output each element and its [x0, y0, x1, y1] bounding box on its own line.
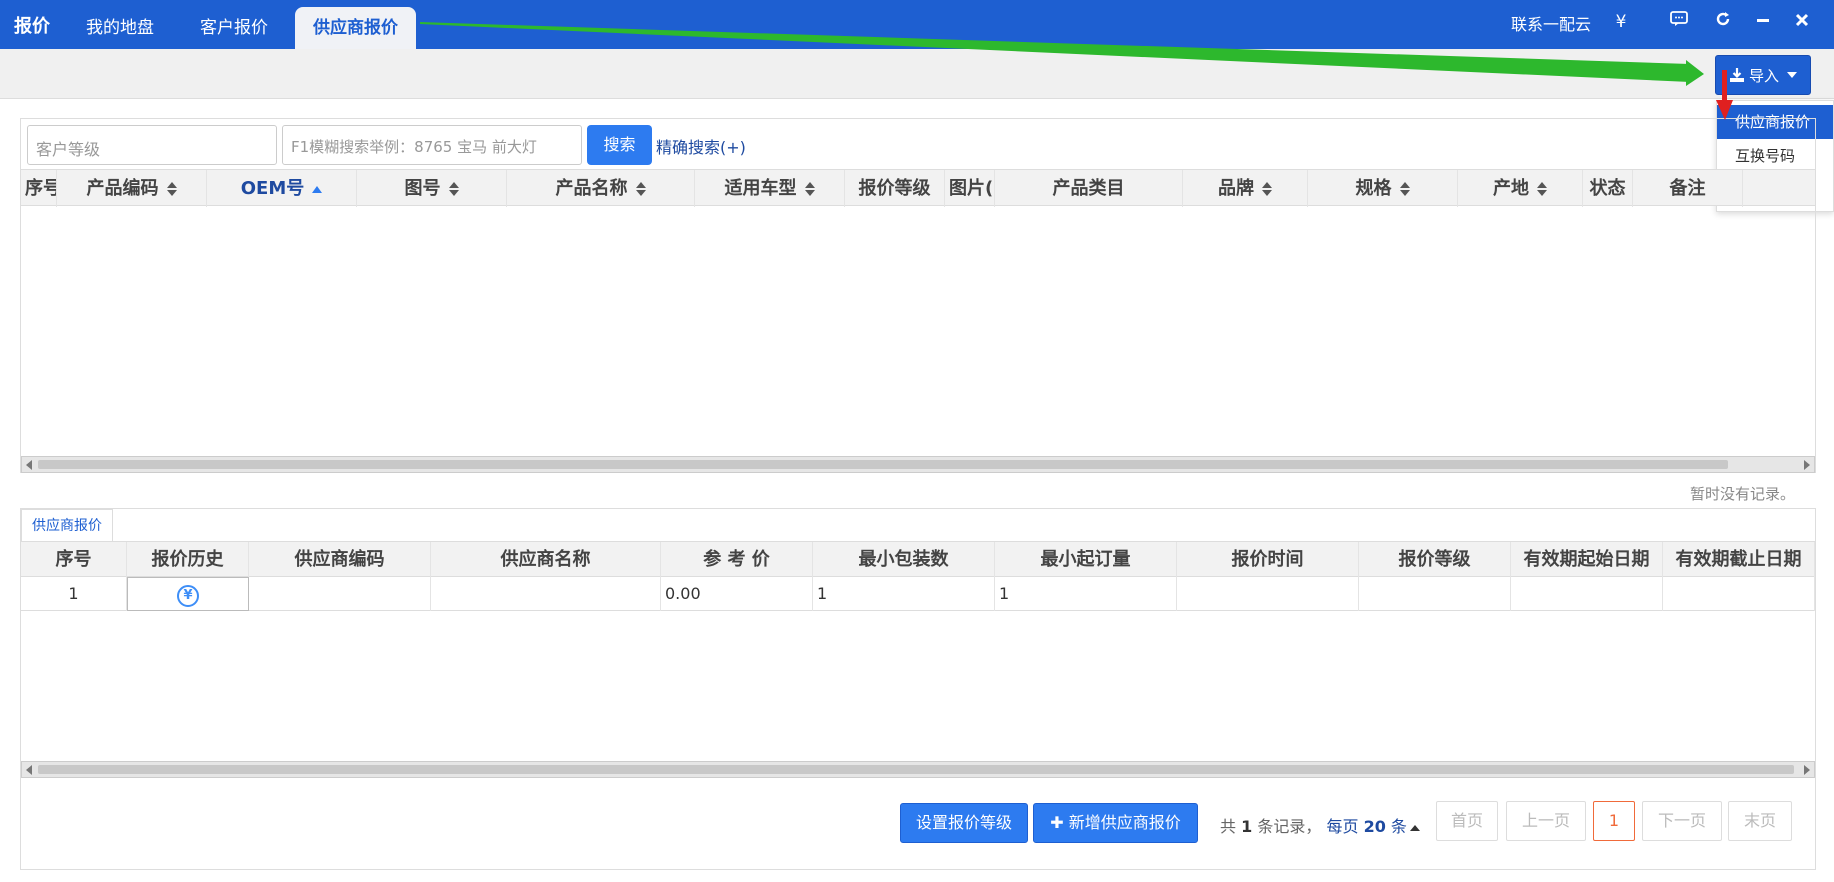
caret-up-icon	[1409, 824, 1420, 831]
sort-icon	[1537, 182, 1547, 196]
col-header-image[interactable]: 图片(	[945, 170, 995, 207]
col-header-vehicle-model[interactable]: 适用车型	[695, 170, 845, 207]
title-bar: 报价 我的地盘 客户报价 供应商报价 联系一配云 ¥	[0, 0, 1834, 49]
quote-history-icon[interactable]: ¥	[177, 584, 199, 607]
cell-valid-from	[1511, 577, 1663, 611]
col-header-quote-history[interactable]: 报价历史	[127, 542, 249, 578]
sort-icon	[635, 182, 646, 196]
advanced-search-link[interactable]: 精确搜索(+)	[656, 134, 746, 158]
product-table-scrollbar[interactable]	[21, 456, 1815, 473]
col-header-spec[interactable]: 规格	[1308, 170, 1458, 207]
col-header-quote-level[interactable]: 报价等级	[1359, 542, 1511, 578]
sort-icon	[1262, 182, 1272, 196]
sort-asc-icon	[312, 185, 323, 193]
cell-valid-to	[1663, 577, 1815, 611]
contact-link[interactable]: 联系一配云	[1511, 11, 1591, 35]
col-header-valid-to[interactable]: 有效期截止日期	[1663, 542, 1815, 578]
table-row[interactable]: 1 ¥ 0.00 1 1	[21, 577, 1815, 611]
refresh-icon[interactable]	[1710, 9, 1736, 35]
next-page-button[interactable]: 下一页	[1642, 801, 1722, 841]
search-button[interactable]: 搜索	[587, 125, 652, 165]
supplier-table-header: 序号 报价历史 供应商编码 供应商名称 参 考 价 最小包装数 最小起订量 报价…	[21, 541, 1815, 578]
col-header-min-order[interactable]: 最小起订量	[995, 542, 1177, 578]
app-title: 报价	[14, 16, 50, 37]
product-table-header: 序号 产品编码 OEM号 图号 产品名称 适用车型 报价等级 图片( 产品类目 …	[21, 169, 1815, 207]
col-header-remark[interactable]: 备注	[1633, 170, 1743, 207]
tab-supplier-quote-detail[interactable]: 供应商报价	[21, 509, 113, 542]
col-header-ref-price[interactable]: 参 考 价	[661, 542, 813, 578]
scroll-right-icon[interactable]	[1804, 765, 1810, 775]
cell-index: 1	[21, 577, 127, 611]
add-supplier-quote-button[interactable]: ✚ 新增供应商报价	[1033, 803, 1198, 843]
col-header-index[interactable]: 序号	[21, 542, 127, 578]
scroll-thumb[interactable]	[38, 765, 1794, 774]
col-header-supplier-code[interactable]: 供应商编码	[249, 542, 431, 578]
col-header-min-pack[interactable]: 最小包装数	[813, 542, 995, 578]
download-icon	[1729, 68, 1744, 82]
col-header-index[interactable]: 序号	[21, 170, 57, 207]
scroll-left-icon[interactable]	[26, 460, 32, 470]
customer-level-input[interactable]: 客户等级	[27, 125, 277, 165]
col-header-valid-from[interactable]: 有效期起始日期	[1511, 542, 1663, 578]
plus-icon: ✚	[1050, 813, 1064, 832]
col-header-quote-level[interactable]: 报价等级	[845, 170, 945, 207]
cell-min-pack: 1	[813, 577, 995, 611]
sort-icon	[1399, 182, 1410, 196]
sort-icon	[804, 182, 815, 196]
current-page-button[interactable]: 1	[1593, 801, 1635, 841]
scroll-thumb[interactable]	[38, 460, 1728, 469]
cell-min-order: 1	[995, 577, 1177, 611]
sort-icon	[166, 182, 177, 196]
col-header-drawing-no[interactable]: 图号	[357, 170, 507, 207]
col-header-supplier-name[interactable]: 供应商名称	[431, 542, 661, 578]
set-quote-level-button[interactable]: 设置报价等级	[900, 803, 1028, 843]
empty-message: 暂时没有记录。	[1690, 485, 1796, 503]
import-button[interactable]: 导入	[1715, 55, 1811, 95]
col-header-product-code[interactable]: 产品编码	[57, 170, 207, 207]
col-header-category[interactable]: 产品类目	[995, 170, 1183, 207]
col-header-brand[interactable]: 品牌	[1183, 170, 1308, 207]
toolbar	[0, 49, 1834, 99]
yen-icon[interactable]: ¥	[1608, 9, 1634, 35]
tab-my-territory[interactable]: 我的地盘	[86, 13, 154, 38]
tab-supplier-quote[interactable]: 供应商报价	[295, 7, 416, 49]
cell-quote-level	[1359, 577, 1511, 611]
cell-quote-time	[1177, 577, 1359, 611]
total-count: 1	[1241, 817, 1253, 836]
sort-icon	[448, 182, 459, 196]
col-header-status[interactable]: 状态	[1583, 170, 1633, 207]
keyword-search-input[interactable]: F1模糊搜索举例：8765 宝马 前大灯	[282, 125, 582, 165]
import-label: 导入	[1748, 66, 1779, 85]
per-page-selector[interactable]: 每页 20 条	[1326, 817, 1420, 836]
last-page-button[interactable]: 末页	[1728, 801, 1792, 841]
scroll-left-icon[interactable]	[26, 765, 32, 775]
minimize-icon[interactable]	[1750, 9, 1776, 35]
close-icon[interactable]	[1789, 9, 1815, 35]
prev-page-button[interactable]: 上一页	[1506, 801, 1586, 841]
cell-quote-history[interactable]: ¥	[127, 577, 249, 611]
add-supplier-quote-label: 新增供应商报价	[1068, 813, 1181, 832]
caret-down-icon	[1787, 72, 1797, 78]
pager-summary: 共 1 条记录， 每页 20 条	[1220, 813, 1420, 837]
col-header-product-name[interactable]: 产品名称	[507, 170, 695, 207]
scroll-right-icon[interactable]	[1804, 460, 1810, 470]
first-page-button[interactable]: 首页	[1436, 801, 1498, 841]
chat-icon[interactable]	[1666, 9, 1692, 35]
cell-supplier-name	[431, 577, 661, 611]
col-header-origin[interactable]: 产地	[1458, 170, 1583, 207]
col-header-quote-time[interactable]: 报价时间	[1177, 542, 1359, 578]
tab-customer-quote[interactable]: 客户报价	[200, 13, 268, 38]
supplier-table-scrollbar[interactable]	[21, 761, 1815, 778]
col-header-oem[interactable]: OEM号	[207, 170, 357, 207]
cell-supplier-code	[249, 577, 431, 611]
cell-ref-price: 0.00	[661, 577, 813, 611]
